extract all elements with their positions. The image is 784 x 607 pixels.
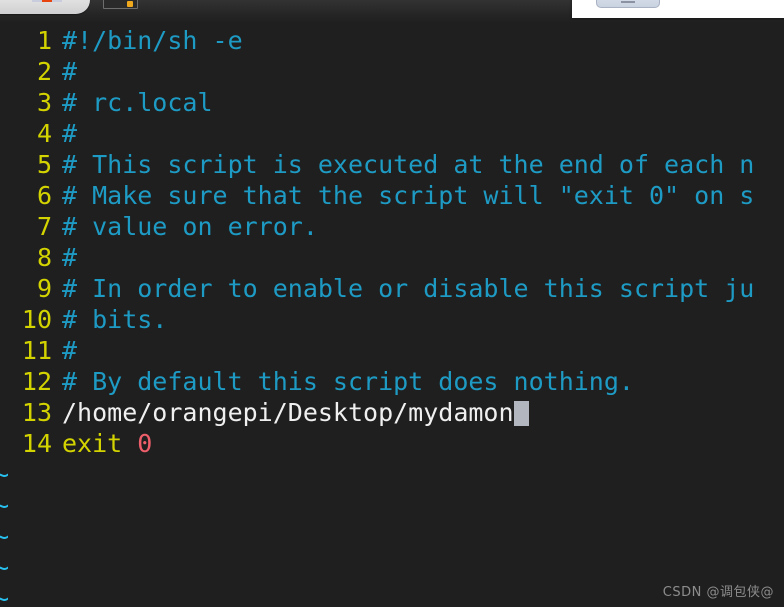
code-line[interactable]: 8 #: [0, 242, 77, 273]
code-line[interactable]: 11 #: [0, 335, 77, 366]
code-token: exit: [62, 429, 138, 458]
line-number: 5: [36, 150, 52, 179]
empty-line-marker: ~: [0, 491, 10, 520]
code-token: #: [62, 57, 78, 86]
minimize-button[interactable]: [596, 0, 660, 8]
line-number: 13: [21, 398, 52, 427]
code-line[interactable]: 14 exit 0: [0, 428, 152, 459]
code-token: # In order to enable or disable this scr…: [62, 274, 755, 303]
code-line[interactable]: 9 # In order to enable or disable this sc…: [0, 273, 754, 304]
line-number: 12: [21, 367, 52, 396]
empty-line-marker: ~: [0, 460, 10, 489]
application-tab[interactable]: [0, 0, 90, 14]
application-icon: [32, 0, 62, 2]
code-line[interactable]: 2 #: [0, 56, 77, 87]
code-line[interactable]: 12 # By default this script does nothing.: [0, 366, 634, 397]
code-line[interactable]: 13/home/orangepi/Desktop/mydamon: [0, 397, 529, 428]
code-token: #!/bin/sh -e: [62, 26, 243, 55]
screen: 1 #!/bin/sh -e 2 #3 # rc.local 4 #5 # This scri…: [0, 0, 784, 607]
code-line[interactable]: 7 # value on error.: [0, 211, 318, 242]
line-number: 4: [36, 119, 52, 148]
code-token: # By default this script does nothing.: [62, 367, 634, 396]
code-token: /home/orangepi/Desktop/mydamon: [62, 398, 514, 427]
terminal-icon[interactable]: [103, 0, 138, 9]
empty-line-marker: ~: [0, 522, 10, 551]
code-token: #: [62, 243, 78, 272]
code-token: #: [62, 119, 78, 148]
line-number: 14: [21, 429, 52, 458]
empty-line-marker: ~: [0, 584, 10, 607]
line-number: 6: [36, 181, 52, 210]
line-number: 11: [21, 336, 52, 365]
code-line[interactable]: 4 #: [0, 118, 77, 149]
line-number: 8: [36, 243, 52, 272]
text-cursor: [513, 401, 529, 426]
code-token: #: [62, 336, 78, 365]
code-line[interactable]: 1 #!/bin/sh -e: [0, 25, 243, 56]
code-line[interactable]: 6 # Make sure that the script will "exit …: [0, 180, 754, 211]
code-token: 0: [137, 429, 153, 458]
line-number: 9: [36, 274, 52, 303]
code-token: # rc.local: [62, 88, 213, 117]
window-manager-topbar: [0, 0, 784, 22]
line-number: 1: [36, 26, 52, 55]
code-token: # value on error.: [62, 212, 318, 241]
code-token: # This script is executed at the end of …: [62, 150, 755, 179]
empty-line-marker: ~: [0, 553, 10, 582]
line-number: 3: [36, 88, 52, 117]
code-token: # bits.: [62, 305, 168, 334]
watermark: CSDN @调包侠@: [662, 585, 774, 600]
code-line[interactable]: 3 # rc.local: [0, 87, 213, 118]
line-number: 10: [21, 305, 52, 334]
line-number: 7: [36, 212, 52, 241]
code-line[interactable]: 5 # This script is executed at the end of…: [0, 149, 754, 180]
vim-editor[interactable]: 1 #!/bin/sh -e 2 #3 # rc.local 4 #5 # This scri…: [0, 22, 784, 607]
line-number: 2: [36, 57, 52, 86]
code-line[interactable]: 10 # bits.: [0, 304, 167, 335]
code-token: # Make sure that the script will "exit 0…: [62, 181, 755, 210]
